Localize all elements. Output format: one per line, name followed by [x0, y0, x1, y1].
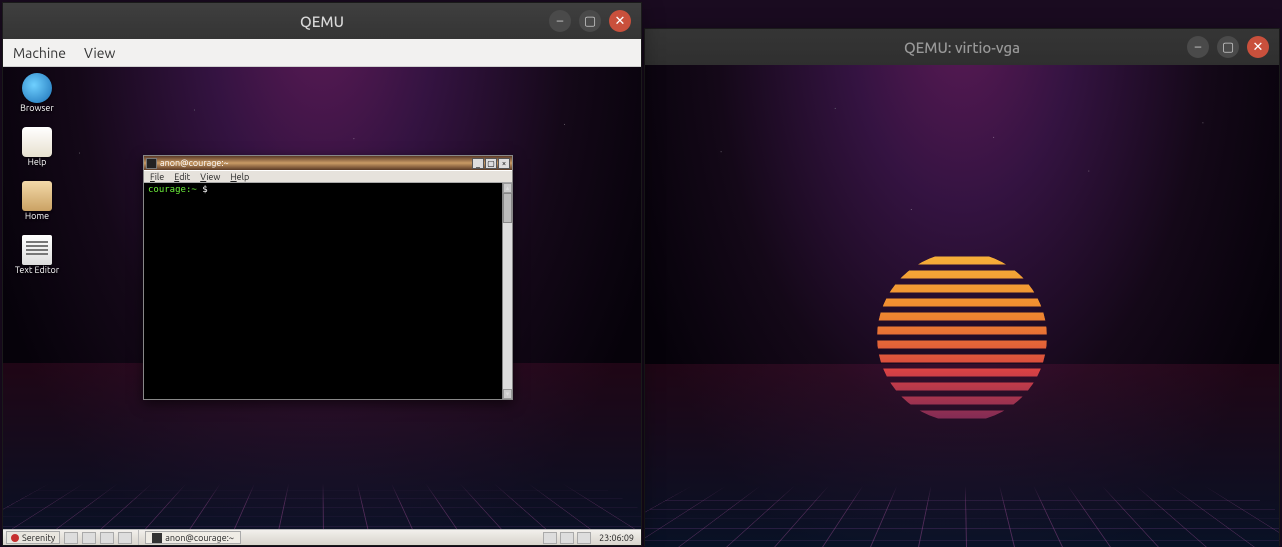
system-tray [543, 532, 591, 544]
desktop-icon-browser[interactable]: Browser [9, 73, 65, 113]
perspective-grid [645, 486, 1279, 547]
menu-view[interactable]: View [84, 45, 115, 61]
terminal-menu-file[interactable]: File [150, 172, 164, 182]
desktop-icon-label: Browser [20, 103, 54, 113]
tray-icon-2[interactable] [560, 532, 574, 544]
terminal-titlebar[interactable]: anon@courage:~ _ ▢ × [144, 156, 512, 170]
terminal-icon [146, 158, 157, 169]
taskbar-task-terminal[interactable]: anon@courage:~ [145, 531, 241, 544]
qemu-window-main: QEMU – ▢ ✕ Machine View Browser Help [2, 2, 642, 546]
desktop-icon-label: Text Editor [15, 265, 59, 275]
menu-machine[interactable]: Machine [13, 45, 66, 61]
terminal-title: anon@courage:~ [160, 158, 472, 168]
quicklaunch-icon-1[interactable] [64, 532, 78, 544]
desktop-icon-home[interactable]: Home [9, 181, 65, 221]
scroll-down-button[interactable]: ▾ [503, 389, 512, 399]
desktop-icon-label: Help [28, 157, 47, 167]
tray-volume-icon[interactable] [577, 532, 591, 544]
close-button[interactable]: ✕ [1247, 36, 1269, 58]
titlebar-left[interactable]: QEMU – ▢ ✕ [3, 3, 641, 39]
home-icon [22, 181, 52, 211]
task-label: anon@courage:~ [165, 533, 234, 543]
start-button[interactable]: Serenity [6, 531, 60, 544]
terminal-minimize-button[interactable]: _ [472, 158, 484, 169]
terminal-menu-help[interactable]: Help [230, 172, 249, 182]
terminal-scrollbar[interactable]: ▴ ▾ [502, 183, 512, 399]
guest-display-right[interactable] [645, 65, 1279, 547]
terminal-close-button[interactable]: × [498, 158, 510, 169]
terminal-icon [152, 533, 162, 543]
close-button[interactable]: ✕ [609, 10, 631, 32]
desktop-icon-text-editor[interactable]: Text Editor [9, 235, 65, 275]
minimize-button[interactable]: – [1187, 36, 1209, 58]
prompt-sym: $ [197, 185, 213, 195]
terminal-body[interactable]: courage:~ $ [144, 183, 502, 399]
minimize-button[interactable]: – [549, 10, 571, 32]
titlebar-right[interactable]: QEMU: virtio-vga – ▢ ✕ [645, 29, 1279, 65]
tray-icon-1[interactable] [543, 532, 557, 544]
scroll-thumb[interactable] [503, 193, 512, 223]
terminal-window[interactable]: anon@courage:~ _ ▢ × File Edit View Help… [143, 155, 513, 400]
desktop-icon-help[interactable]: Help [9, 127, 65, 167]
prompt-path: :~ [186, 185, 197, 195]
maximize-button[interactable]: ▢ [579, 10, 601, 32]
window-title-right: QEMU: virtio-vga [645, 39, 1279, 56]
desktop-icon-label: Home [25, 211, 49, 221]
desktop-icons: Browser Help Home Text Editor [9, 73, 65, 275]
terminal-maximize-button[interactable]: ▢ [485, 158, 497, 169]
maximize-button[interactable]: ▢ [1217, 36, 1239, 58]
window-title-left: QEMU [3, 13, 641, 30]
qemu-window-virtio-vga: QEMU: virtio-vga – ▢ ✕ [644, 28, 1280, 546]
terminal-menubar: File Edit View Help [144, 170, 512, 183]
help-icon [22, 127, 52, 157]
taskbar: Serenity anon@courage:~ 23:06:09 [3, 529, 641, 545]
quicklaunch-icon-2[interactable] [82, 532, 96, 544]
prompt-host: courage [148, 185, 186, 195]
quicklaunch-icon-4[interactable] [118, 532, 132, 544]
start-label: Serenity [22, 533, 55, 543]
taskbar-separator [138, 530, 139, 545]
text-editor-icon [22, 235, 52, 265]
terminal-menu-view[interactable]: View [200, 172, 220, 182]
serenity-logo-icon [11, 534, 19, 542]
qemu-menubar: Machine View [3, 39, 641, 67]
taskbar-clock[interactable]: 23:06:09 [595, 533, 638, 543]
scroll-up-button[interactable]: ▴ [503, 183, 512, 193]
guest-display-left[interactable]: Browser Help Home Text Editor anon@coura… [3, 67, 641, 545]
quicklaunch-icon-3[interactable] [100, 532, 114, 544]
terminal-menu-edit[interactable]: Edit [174, 172, 190, 182]
browser-icon [22, 73, 52, 103]
